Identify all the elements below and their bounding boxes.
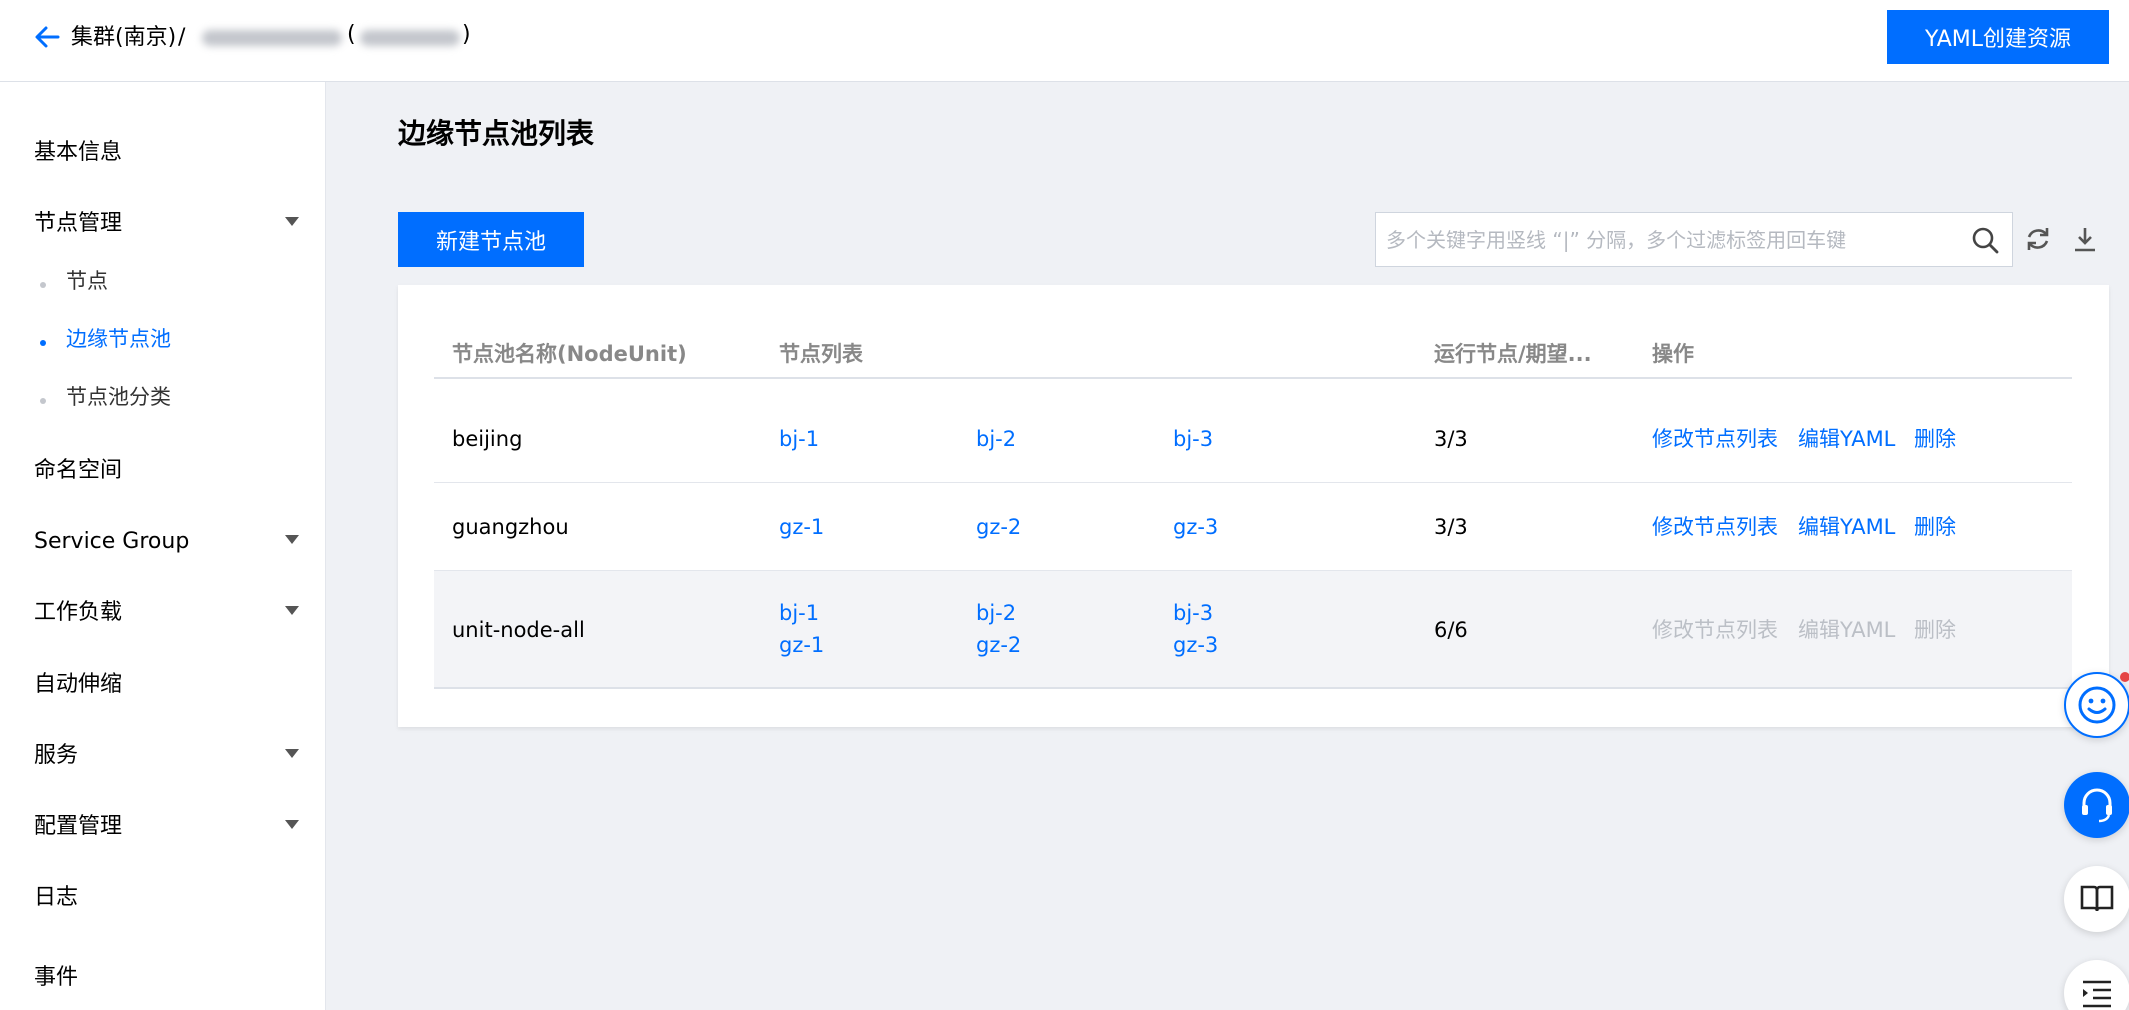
column-header-nodes: 节点列表 (779, 342, 863, 366)
node-link[interactable]: bj-1 (779, 598, 819, 628)
table-row: beijing bj-1 bj-2 bj-3 3/3 修改节点列表 编辑YAML… (434, 395, 2072, 483)
book-icon (2080, 885, 2114, 912)
chevron-down-icon[interactable] (285, 217, 299, 226)
edit-node-list-link: 修改节点列表 (1652, 618, 1778, 642)
sidebar-item-logs[interactable]: 日志 (34, 883, 78, 913)
sidebar-item-service[interactable]: 服务 (34, 741, 78, 771)
running-count: 3/3 (1434, 427, 1468, 451)
table-row: guangzhou gz-1 gz-2 gz-3 3/3 修改节点列表 编辑YA… (434, 483, 2072, 571)
search-box (1375, 212, 2013, 267)
download-icon[interactable] (2071, 225, 2099, 253)
delete-link[interactable]: 删除 (1914, 512, 1956, 542)
edit-yaml-link[interactable]: 编辑YAML (1798, 512, 1895, 542)
breadcrumb-separator: / (178, 25, 186, 50)
chevron-down-icon[interactable] (285, 606, 299, 615)
edit-node-list-link[interactable]: 修改节点列表 (1652, 424, 1778, 454)
running-count: 3/3 (1434, 515, 1468, 539)
bullet-icon (40, 340, 46, 346)
running-count: 6/6 (1434, 618, 1468, 642)
sidebar-subitem-nodes[interactable]: 节点 (66, 266, 108, 296)
sidebar-item-workload[interactable]: 工作负载 (34, 598, 122, 628)
edit-node-list-link[interactable]: 修改节点列表 (1652, 512, 1778, 542)
chevron-down-icon[interactable] (285, 749, 299, 758)
sidebar-item-autoscaling[interactable]: 自动伸缩 (34, 670, 122, 700)
top-header: 集群(南京) / ( ) YAML创建资源 (0, 0, 2129, 82)
page-title: 边缘节点池列表 (398, 117, 595, 150)
search-input[interactable] (1386, 213, 1956, 266)
sidebar-item-events[interactable]: 事件 (34, 963, 78, 993)
sidebar-item-namespace[interactable]: 命名空间 (34, 456, 122, 486)
smiley-icon (2078, 686, 2116, 724)
customer-service-button[interactable] (2064, 772, 2129, 838)
node-link[interactable]: bj-2 (976, 598, 1016, 628)
sidebar-item-basic-info[interactable]: 基本信息 (34, 138, 122, 168)
chevron-down-icon[interactable] (285, 820, 299, 829)
sidebar-item-node-management[interactable]: 节点管理 (34, 209, 122, 239)
back-arrow-icon[interactable] (32, 22, 62, 52)
sidebar: 基本信息 节点管理 节点 边缘节点池 节点池分类 命名空间 Service Gr… (0, 82, 326, 1010)
breadcrumb-cluster[interactable]: 集群(南京) (71, 22, 176, 54)
new-node-pool-button[interactable]: 新建节点池 (398, 212, 584, 267)
node-link[interactable]: gz-2 (976, 512, 1021, 542)
notification-dot (2120, 672, 2129, 682)
node-link[interactable]: bj-2 (976, 424, 1016, 454)
node-pool-name: unit-node-all (452, 618, 585, 642)
node-link[interactable]: gz-3 (1173, 512, 1218, 542)
edit-yaml-link: 编辑YAML (1798, 618, 1896, 642)
node-pool-name: beijing (452, 427, 523, 451)
table-header: 节点池名称(NodeUnit) 节点列表 运行节点/期望... 操作 (434, 341, 2072, 379)
node-link[interactable]: bj-3 (1173, 424, 1213, 454)
search-icon[interactable] (1971, 226, 1999, 254)
refresh-icon[interactable] (2024, 225, 2052, 253)
documentation-button[interactable] (2064, 866, 2129, 932)
delete-link[interactable]: 删除 (1914, 424, 1956, 454)
edit-yaml-link[interactable]: 编辑YAML (1798, 424, 1895, 454)
yaml-create-resource-button[interactable]: YAML创建资源 (1887, 10, 2109, 64)
breadcrumb-cluster-id-blurred: ( ) (202, 22, 471, 52)
table-row: unit-node-all bj-1 bj-2 bj-3 gz-1 gz-2 g… (434, 571, 2072, 689)
bullet-icon (40, 398, 46, 404)
node-link[interactable]: gz-1 (779, 512, 824, 542)
node-link[interactable]: gz-2 (976, 630, 1021, 660)
node-pool-name: guangzhou (452, 515, 569, 539)
chevron-down-icon[interactable] (285, 535, 299, 544)
column-header-actions: 操作 (1652, 342, 1694, 366)
column-header-running: 运行节点/期望... (1434, 342, 1592, 366)
menu-list-button[interactable] (2064, 960, 2129, 1010)
sidebar-subitem-node-pool-category[interactable]: 节点池分类 (66, 382, 171, 412)
assistant-button[interactable] (2064, 672, 2129, 738)
node-link[interactable]: gz-1 (779, 630, 824, 660)
node-link[interactable]: bj-1 (779, 424, 819, 454)
column-header-name: 节点池名称(NodeUnit) (452, 342, 687, 366)
delete-link: 删除 (1914, 618, 1956, 642)
sidebar-item-service-group[interactable]: Service Group (34, 527, 189, 557)
sidebar-subitem-edge-node-pool[interactable]: 边缘节点池 (66, 324, 171, 354)
node-link[interactable]: gz-3 (1173, 630, 1218, 660)
node-link[interactable]: bj-3 (1173, 598, 1213, 628)
node-pool-table: 节点池名称(NodeUnit) 节点列表 运行节点/期望... 操作 beiji… (398, 285, 2109, 727)
sidebar-item-config-management[interactable]: 配置管理 (34, 812, 122, 842)
headset-icon (2082, 788, 2112, 823)
bullet-icon (40, 282, 46, 288)
list-icon (2083, 980, 2111, 1008)
